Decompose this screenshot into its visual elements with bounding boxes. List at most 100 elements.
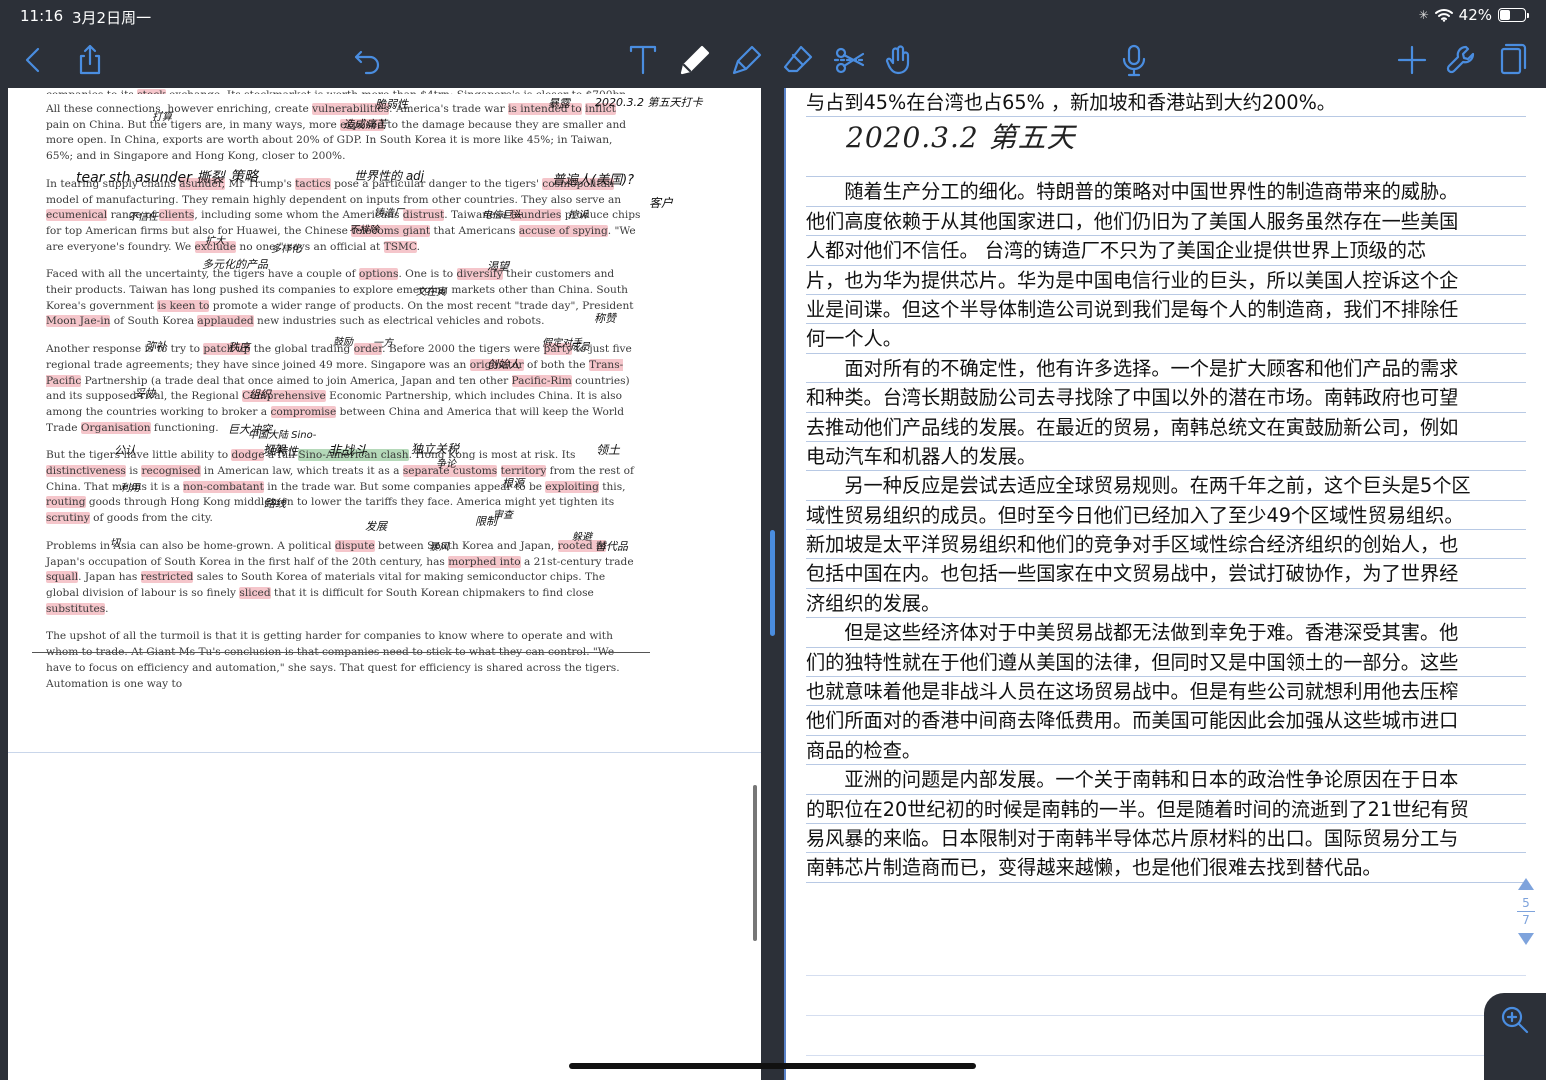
note-line: 另一种反应是尝试去适应全球贸易规则。在两千年之前，这个巨头是5个区 (806, 471, 1526, 501)
notes-pane[interactable]: 与占到45%在台湾也占65% ，新加坡和香港站到大约200%。 随着生产分工的细… (784, 88, 1546, 1080)
handwritten-annotation: 争论 (436, 459, 456, 470)
note-line: 济组织的发展。 (806, 589, 1526, 619)
handwritten-annotation: 中国大陆 Sino- (248, 430, 317, 441)
handwritten-date: 2020.3.2 第五天 (846, 121, 1076, 154)
eraser-tool-icon[interactable] (776, 38, 820, 82)
page-up-icon[interactable] (1518, 878, 1534, 890)
highlight: routing (46, 496, 86, 509)
article-paragraph: The upshot of all the turmoil is that it… (46, 630, 620, 690)
add-icon[interactable] (1390, 38, 1434, 82)
wifi-icon (1434, 9, 1453, 22)
handwritten-annotation: 领土 (596, 443, 621, 457)
highlight: Pacific-Rim (511, 374, 572, 387)
handwritten-annotation: 造成痛苦 (343, 118, 387, 131)
text-tool-icon[interactable] (621, 38, 665, 82)
lasso-tool-icon[interactable] (878, 38, 922, 82)
highlight: scrutiny (46, 512, 90, 525)
page-current: 5 (1522, 896, 1530, 910)
handwritten-annotation: tear sth asunder 撕裂 (76, 170, 225, 186)
handwritten-annotation: 扩大 (205, 236, 225, 247)
handwritten-annotation: 非战斗 (328, 444, 368, 459)
toolbar (0, 32, 1546, 88)
highlight: restricted (140, 571, 194, 584)
handwritten-annotation: 普遍人(美国)? (552, 173, 635, 188)
page-total: 7 (1522, 913, 1530, 927)
handwritten-annotation: 文在寅 (416, 287, 446, 298)
page-down-icon[interactable] (1518, 933, 1534, 945)
article-paragraph: All these connections, however enriching… (46, 103, 627, 163)
handwritten-annotation: 替代品 (595, 540, 628, 553)
highlight: Organisation (80, 421, 151, 434)
notes-ruled-lines (806, 936, 1526, 1080)
article-paragraph: Faced with all the uncertainty, the tige… (46, 268, 634, 328)
scissors-tool-icon[interactable] (828, 38, 872, 82)
highlight: ecumenical (46, 209, 108, 222)
highlighter-tool-icon[interactable] (725, 38, 769, 82)
back-icon[interactable] (12, 38, 56, 82)
page-view-icon[interactable] (1490, 38, 1534, 82)
pdf-scrollbar[interactable] (753, 785, 757, 941)
status-time: 11:16 (20, 7, 64, 25)
split-view-handle[interactable] (770, 530, 775, 636)
highlight: tactics (295, 177, 331, 190)
note-line: 他们所面对的香港中间商去降低费用。而美国可能因此会加强从这些城市进口 (806, 706, 1526, 736)
note-line: 亚洲的问题是内部发展。一个关于南韩和日本的政治性争论原因在于日本 (806, 765, 1526, 795)
highlight: squall (46, 571, 79, 584)
page-navigator: 5 7 (1514, 878, 1538, 945)
ruled-line (806, 1016, 1526, 1056)
note-line: 的职位在20世纪初的时候是南韩的一半。但是随着时间的流逝到了21世纪有贸 (806, 795, 1526, 824)
pdf-pane[interactable]: companies to its stock exchange. Its sto… (8, 88, 761, 1080)
handwritten-annotation: 秩序 (228, 341, 250, 354)
handwritten-annotation: 多样化 (271, 244, 301, 255)
microphone-icon[interactable] (1112, 38, 1156, 82)
battery-icon (1498, 8, 1529, 22)
handwritten-annotation: 妥协 (134, 387, 156, 400)
note-line: 人都对他们不信任。 台湾的铸造厂不只为了美国企业提供世界上顶级的芯 (806, 236, 1526, 266)
handwritten-annotation: 多元化的产品 (202, 258, 268, 271)
handwritten-annotation: 弥补 (145, 340, 167, 353)
handwritten-annotation: 世界性的 adj (354, 169, 425, 183)
highlight: stock (137, 89, 166, 94)
app-window: 11:16 3月2日周一 ✳ 42% companies to its stoc… (0, 0, 1546, 1080)
note-line: 也就意味着他是非战斗人员在这场贸易战中。但是有些公司就想利用他去压榨 (806, 677, 1526, 707)
handwritten-annotation: 控诉 (568, 210, 588, 221)
note-line: 何一个人。 (806, 324, 1526, 354)
handwritten-annotation: 独特性 (265, 445, 298, 458)
note-line: 随着生产分工的细化。特朗普的策略对中国世界性的制造商带来的威胁。 (806, 177, 1526, 207)
note-line: 域性贸易组织的成员。但时至今日他们已经加入了至少49个区域性贸易组织。 (806, 501, 1526, 531)
highlight: recognised (141, 465, 201, 478)
note-line: 和种类。台湾长期鼓励公司去寻找除了中国以外的潜在市场。南韩政府也可望 (806, 383, 1526, 413)
settings-wrench-icon[interactable] (1440, 38, 1484, 82)
notes-text[interactable]: 与占到45%在台湾也占65% ，新加坡和香港站到大约200%。 随着生产分工的细… (806, 88, 1526, 883)
zoom-in-icon (1501, 1006, 1529, 1034)
handwritten-annotation: 渴望 (487, 260, 509, 273)
handwritten-annotation: 客户 (649, 196, 674, 210)
status-date: 3月2日周一 (72, 9, 152, 27)
highlight: sliced (239, 586, 271, 599)
highlight: distinctiveness (46, 465, 126, 478)
note-line: 去推动他们产品线的发展。在最近的贸易，南韩总统文在寅鼓励新公司，例如 (806, 413, 1526, 442)
article-end-rule (32, 652, 650, 653)
handwritten-annotation: 暴露 (548, 97, 570, 110)
note-line: 包括中国在内。也包括一些国家在中文贸易战中，尝试打破协作，为了世界经 (806, 559, 1526, 589)
handwritten-annotation: 公认 (114, 444, 136, 457)
pen-tool-icon[interactable] (673, 38, 717, 82)
zoom-button[interactable] (1484, 993, 1546, 1080)
note-line: 片，也为华为提供芯片。华为是中国电信行业的巨头，所以美国人控诉这个企 (806, 266, 1526, 295)
battery-percent: 42% (1458, 6, 1492, 24)
note-line: 与占到45%在台湾也占65% ，新加坡和香港站到大约200%。 (806, 88, 1526, 118)
handwritten-annotation: 暴风 (429, 542, 449, 553)
note-line: 业是间谍。但这个半导体制造公司说到我们是每个人的制造商，我们不排除任 (806, 295, 1526, 325)
handwritten-annotation: 电信巨头 (482, 210, 522, 221)
status-right: ✳ 42% (1419, 6, 1529, 24)
highlight: options (358, 268, 399, 281)
handwritten-annotation: 创始人 (487, 358, 520, 371)
undo-icon[interactable] (345, 38, 389, 82)
article-paragraph-cut: companies to its stock exchange. Its sto… (46, 88, 641, 94)
note-line: 易风暴的来临。日本限制对于南韩半导体芯片原材料的出口。国际贸易分工与 (806, 824, 1526, 854)
share-icon[interactable] (68, 38, 112, 82)
highlight: dispute (334, 539, 375, 552)
highlight: applauded (197, 315, 254, 328)
article-paragraph: Problems in Asia can also be home-grown.… (46, 539, 634, 615)
handwritten-annotation: 发展 (365, 520, 387, 533)
